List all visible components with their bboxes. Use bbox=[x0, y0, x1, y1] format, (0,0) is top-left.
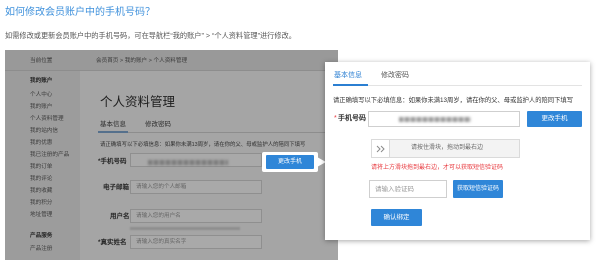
page-title: 个人资料管理 bbox=[100, 95, 176, 109]
masked-phone-value bbox=[399, 117, 471, 122]
tab-basic-info[interactable]: 基本信息 bbox=[334, 71, 362, 81]
sidebar-item: 我已注册的产品 bbox=[30, 152, 70, 158]
sidebar-item: 产品注册 bbox=[30, 246, 53, 252]
tab-change-password[interactable]: 修改密码 bbox=[381, 71, 409, 81]
username-hint-text bbox=[130, 227, 240, 230]
realname-field: 请输入您的真实名字 bbox=[130, 235, 262, 249]
sidebar-item: 我的订单 bbox=[30, 164, 53, 170]
sidebar-section-service: 产品服务 bbox=[30, 233, 53, 239]
slider-handle[interactable] bbox=[372, 140, 390, 157]
phone-label: *手机号码 bbox=[98, 158, 127, 165]
sms-code-input[interactable] bbox=[369, 180, 447, 198]
sidebar-item: 我的优惠 bbox=[30, 140, 53, 146]
change-phone-button[interactable]: 更改手机 bbox=[527, 111, 582, 127]
active-tab-underline bbox=[98, 131, 128, 133]
sidebar-item: 地址管理 bbox=[30, 212, 53, 218]
tab-divider bbox=[333, 85, 582, 86]
email-label: 电子邮箱 bbox=[103, 184, 129, 191]
form-notice: 请正确填写以下必填信息：如果你未满13周岁，请在你的父、母或监护人的陪同下填写 bbox=[100, 142, 306, 148]
sidebar-item: 个人中心 bbox=[30, 92, 53, 98]
change-phone-dialog: 基本信息 修改密码 请正确填写以下必填信息：如果你未满13周岁，请在你的父、母或… bbox=[325, 62, 590, 240]
phone-field[interactable] bbox=[368, 111, 520, 127]
sidebar-item: 我的站内信 bbox=[30, 128, 58, 134]
masked-phone-value bbox=[148, 160, 228, 165]
form-notice: 请正确填写以下必填信息：如果你未满13周岁，请在你的父、母或监护人的陪同下填写 bbox=[333, 97, 573, 104]
slider-instruction: 请按住滑块，拖动到最右边 bbox=[411, 145, 484, 151]
sidebar-item: 我的积分 bbox=[30, 200, 53, 206]
required-mark: * bbox=[334, 115, 337, 122]
tab-divider bbox=[98, 132, 333, 133]
sidebar-section-account: 我的账户 bbox=[30, 78, 53, 84]
sidebar-item: 我的账户 bbox=[30, 104, 53, 110]
username-field: 请输入您的用户名 bbox=[130, 209, 262, 223]
article-title: 如何修改会员账户中的手机号码？ bbox=[5, 7, 155, 18]
article-description: 如需修改或更新会员账户中的手机号码，可在导航栏“我的账户” > “个人资料管理”… bbox=[5, 31, 296, 40]
location-label: 当前位置 bbox=[30, 58, 53, 64]
sidebar-item: 我的收藏 bbox=[30, 188, 53, 194]
confirm-bind-button[interactable]: 确认绑定 bbox=[371, 209, 422, 226]
tab-change-password: 修改密码 bbox=[145, 121, 171, 128]
get-sms-code-button[interactable]: 获取短信验证码 bbox=[453, 180, 503, 198]
sidebar-item: 我的评论 bbox=[30, 176, 53, 182]
double-chevron-right-icon bbox=[376, 145, 385, 152]
breadcrumb: 会员首页 > 我的账户 > 个人资料管理 bbox=[96, 58, 188, 64]
active-tab-underline bbox=[333, 84, 368, 86]
slider-captcha: 请按住滑块，拖动到最右边 bbox=[371, 139, 520, 158]
tab-basic-info: 基本信息 bbox=[100, 121, 126, 128]
sidebar-item: 个人资料管理 bbox=[30, 116, 64, 122]
phone-label: 手机号码 bbox=[338, 115, 366, 122]
realname-label: *真实姓名 bbox=[98, 239, 127, 246]
highlight-callout: 更改手机 bbox=[262, 152, 318, 172]
username-label: 用户名 bbox=[110, 213, 130, 220]
email-field: 请输入您的个人邮箱 bbox=[130, 180, 262, 194]
slider-error-message: 请将上方滑块拖到最右边，才可以获取短信验证码 bbox=[371, 165, 504, 171]
change-phone-button-highlighted[interactable]: 更改手机 bbox=[266, 155, 314, 169]
